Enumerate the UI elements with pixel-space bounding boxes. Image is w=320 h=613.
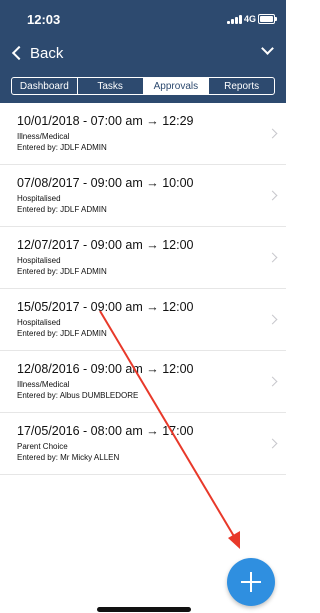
item-entered-by: Entered by: JDLF ADMIN <box>17 205 107 214</box>
item-date-range: 12/08/2016 - 09:00 am → 12:00 <box>17 362 194 376</box>
status-bar: 12:03 4G <box>0 0 286 40</box>
list-item[interactable]: 15/05/2017 - 09:00 am → 12:00 Hospitalis… <box>0 289 286 351</box>
item-date-range: 15/05/2017 - 09:00 am → 12:00 <box>17 300 194 314</box>
list-item[interactable]: 12/08/2016 - 09:00 am → 12:00 Illness/Me… <box>0 351 286 413</box>
chevron-right-icon <box>267 376 278 387</box>
add-button[interactable] <box>227 558 275 606</box>
chevron-left-icon <box>11 45 27 61</box>
item-date-range: 17/05/2016 - 08:00 am → 17:00 <box>17 424 194 438</box>
back-button[interactable]: Back <box>10 42 63 64</box>
chevron-right-icon <box>267 438 278 449</box>
approvals-list: 10/01/2018 - 07:00 am → 12:29 Illness/Me… <box>0 103 286 475</box>
tab-approvals[interactable]: Approvals <box>142 78 209 94</box>
tab-reports[interactable]: Reports <box>208 78 274 94</box>
home-indicator <box>97 607 191 612</box>
item-type: Hospitalised <box>17 256 61 265</box>
signal-icon <box>227 15 245 24</box>
back-label: Back <box>30 44 64 62</box>
list-item[interactable]: 07/08/2017 - 09:00 am → 10:00 Hospitalis… <box>0 165 286 227</box>
network-label: 4G <box>244 14 257 24</box>
item-entered-by: Entered by: Albus DUMBLEDORE <box>17 391 139 400</box>
battery-icon <box>258 14 275 24</box>
chevron-right-icon <box>267 128 278 139</box>
list-item[interactable]: 17/05/2016 - 08:00 am → 17:00 Parent Cho… <box>0 413 286 475</box>
item-entered-by: Entered by: JDLF ADMIN <box>17 267 107 276</box>
segmented-tabs: Dashboard Tasks Approvals Reports <box>11 77 275 95</box>
chevron-down-icon[interactable] <box>261 42 274 55</box>
item-type: Parent Choice <box>17 442 68 451</box>
battery-tip <box>275 17 277 21</box>
item-entered-by: Entered by: JDLF ADMIN <box>17 329 107 338</box>
tab-tasks[interactable]: Tasks <box>76 78 143 94</box>
item-type: Illness/Medical <box>17 380 70 389</box>
tab-dashboard[interactable]: Dashboard <box>12 78 77 94</box>
chevron-right-icon <box>267 252 278 263</box>
item-date-range: 10/01/2018 - 07:00 am → 12:29 <box>17 114 194 128</box>
item-entered-by: Entered by: Mr Micky ALLEN <box>17 453 120 462</box>
chevron-right-icon <box>267 314 278 325</box>
item-date-range: 12/07/2017 - 09:00 am → 12:00 <box>17 238 194 252</box>
chevron-right-icon <box>267 190 278 201</box>
list-item[interactable]: 10/01/2018 - 07:00 am → 12:29 Illness/Me… <box>0 103 286 165</box>
app-header: 12:03 4G Back Dashboard Tasks Approvals … <box>0 0 286 103</box>
status-time: 12:03 <box>27 12 61 27</box>
item-type: Illness/Medical <box>17 132 70 141</box>
item-date-range: 07/08/2017 - 09:00 am → 10:00 <box>17 176 194 190</box>
item-entered-by: Entered by: JDLF ADMIN <box>17 143 107 152</box>
item-type: Hospitalised <box>17 318 61 327</box>
item-type: Hospitalised <box>17 194 61 203</box>
list-item[interactable]: 12/07/2017 - 09:00 am → 12:00 Hospitalis… <box>0 227 286 289</box>
